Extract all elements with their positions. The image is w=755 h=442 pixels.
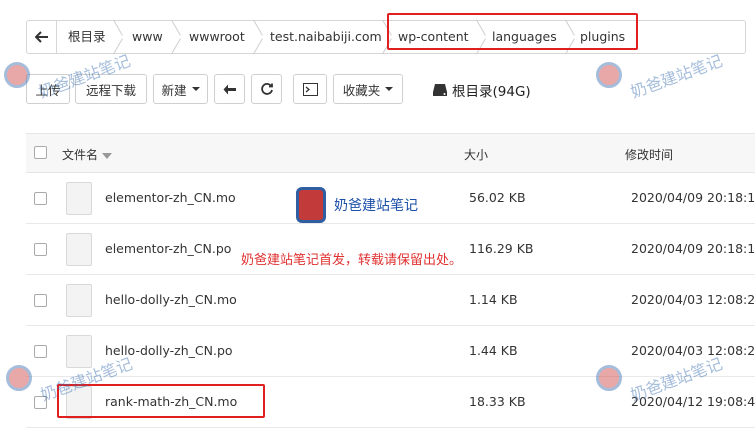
column-header-size[interactable]: 大小 <box>464 146 488 163</box>
breadcrumb: 根目录 www wwwroot test.naibabiji.com wp-co… <box>26 20 746 54</box>
column-header-name[interactable]: 文件名 <box>62 146 113 163</box>
file-icon <box>66 182 92 215</box>
mascot-icon <box>296 187 326 223</box>
back-button[interactable] <box>27 21 57 53</box>
file-size: 1.44 KB <box>469 343 518 358</box>
row-checkbox[interactable] <box>34 345 47 358</box>
breadcrumb-separator <box>476 21 488 53</box>
file-modified: 2020/04/09 20:18:15 <box>631 190 755 205</box>
column-name-label: 文件名 <box>62 148 99 162</box>
column-header-modified[interactable]: 修改时间 <box>625 146 673 163</box>
file-icon <box>66 233 92 266</box>
copyright-notice: 奶爸建站笔记首发，转载请保留出处。 <box>241 253 463 268</box>
breadcrumb-item-www[interactable]: www <box>132 21 163 53</box>
file-name[interactable]: rank-math-zh_CN.mo <box>105 394 237 409</box>
breadcrumb-separator <box>382 21 394 53</box>
breadcrumb-item-site[interactable]: test.naibabiji.com <box>270 21 382 53</box>
arrow-left-icon <box>34 31 48 43</box>
file-modified: 2020/04/03 12:08:24 <box>631 343 755 358</box>
watermark-text: 奶爸建站笔记 <box>628 51 725 102</box>
disk-root-label: 根目录(94G) <box>432 80 531 100</box>
file-name[interactable]: hello-dolly-zh_CN.mo <box>105 292 237 307</box>
row-checkbox[interactable] <box>34 243 47 256</box>
row-checkbox[interactable] <box>34 294 47 307</box>
hard-drive-icon <box>433 84 447 96</box>
watermark-center: 奶爸建站笔记 <box>296 187 418 223</box>
file-icon <box>66 284 92 317</box>
table-row[interactable]: hello-dolly-zh_CN.mo 1.14 KB 2020/04/03 … <box>26 275 755 326</box>
file-name[interactable]: elementor-zh_CN.po <box>105 241 231 256</box>
breadcrumb-separator <box>113 21 125 53</box>
breadcrumb-item-languages[interactable]: languages <box>492 21 557 53</box>
upload-button[interactable]: 上传 <box>26 74 70 104</box>
caret-down-icon <box>191 87 200 91</box>
watermark-center-text: 奶爸建站笔记 <box>334 198 418 214</box>
file-modified: 2020/04/03 12:08:24 <box>631 292 755 307</box>
breadcrumb-separator <box>253 21 265 53</box>
caret-down-icon <box>385 87 394 91</box>
favorites-button[interactable]: 收藏夹 <box>333 74 403 104</box>
row-checkbox[interactable] <box>34 396 47 409</box>
breadcrumb-item-root[interactable]: 根目录 <box>68 21 106 53</box>
sort-down-icon <box>102 152 113 159</box>
file-size: 1.14 KB <box>469 292 518 307</box>
table-row[interactable]: hello-dolly-zh_CN.po 1.44 KB 2020/04/03 … <box>26 326 755 377</box>
file-name[interactable]: elementor-zh_CN.mo <box>105 190 236 205</box>
select-all-checkbox[interactable] <box>34 146 47 159</box>
table-row[interactable]: rank-math-zh_CN.mo 18.33 KB 2020/04/12 1… <box>26 377 755 428</box>
breadcrumb-item-plugins[interactable]: plugins <box>580 21 625 53</box>
file-size: 116.29 KB <box>469 241 534 256</box>
favorites-button-label: 收藏夹 <box>342 82 381 98</box>
refresh-button[interactable] <box>251 74 282 104</box>
disk-root-text: 根目录(94G) <box>452 84 531 100</box>
terminal-icon <box>302 82 318 96</box>
new-button[interactable]: 新建 <box>153 74 208 104</box>
arrow-left-icon <box>223 84 236 94</box>
file-icon <box>66 386 92 419</box>
row-checkbox[interactable] <box>34 192 47 205</box>
remote-download-button[interactable]: 远程下载 <box>75 74 147 104</box>
breadcrumb-separator <box>171 21 183 53</box>
table-header: 文件名 大小 修改时间 <box>26 133 755 173</box>
file-modified: 2020/04/09 20:18:15 <box>631 241 755 256</box>
new-button-label: 新建 <box>161 82 187 98</box>
file-modified: 2020/04/12 19:08:42 <box>631 394 755 409</box>
refresh-icon <box>260 83 273 95</box>
back-directory-button[interactable] <box>214 74 245 104</box>
file-name[interactable]: hello-dolly-zh_CN.po <box>105 343 233 358</box>
file-size: 56.02 KB <box>469 190 526 205</box>
file-size: 18.33 KB <box>469 394 526 409</box>
terminal-button[interactable] <box>293 74 327 104</box>
watermark-top-right: 奶爸建站笔记 <box>596 51 725 102</box>
file-icon <box>66 335 92 368</box>
mascot-icon <box>596 62 622 88</box>
breadcrumb-item-wp-content[interactable]: wp-content <box>398 21 469 53</box>
breadcrumb-separator <box>565 21 577 53</box>
breadcrumb-item-wwwroot[interactable]: wwwroot <box>189 21 245 53</box>
